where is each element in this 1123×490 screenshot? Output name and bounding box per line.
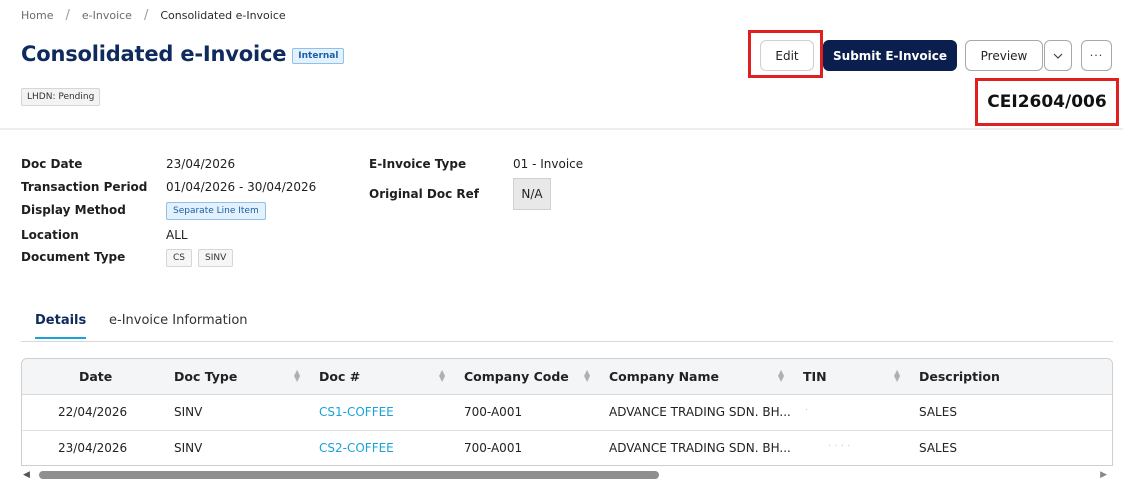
- internal-badge: Internal: [292, 48, 345, 64]
- cell-doc-no-link[interactable]: CS1-COFFEE: [319, 405, 394, 419]
- column-header-company-name[interactable]: Company Name: [609, 369, 719, 384]
- cell-doc-no-link[interactable]: CS2-COFFEE: [319, 441, 394, 455]
- breadcrumb: Home / e-Invoice / Consolidated e-Invoic…: [21, 8, 286, 23]
- location-label: Location: [21, 228, 79, 242]
- title-row: Consolidated e-Invoice Internal: [21, 42, 345, 66]
- cell-date: 22/04/2026: [58, 405, 128, 419]
- column-header-company-code[interactable]: Company Code: [464, 369, 569, 384]
- sort-icon[interactable]: ▲ ▼: [584, 369, 590, 383]
- cell-company-name: ADVANCE TRADING SDN. BH...: [609, 441, 791, 455]
- breadcrumb-home[interactable]: Home: [21, 9, 53, 22]
- einvoice-type-label: E-Invoice Type: [369, 157, 467, 171]
- tab-details[interactable]: Details: [35, 313, 87, 339]
- column-header-description[interactable]: Description: [919, 369, 1000, 384]
- location-value: ALL: [166, 228, 188, 242]
- table-header: Date Doc Type ▲ ▼ Doc # ▲ ▼ Company Code ▲…: [22, 359, 1112, 395]
- cell-description: SALES: [919, 441, 957, 455]
- column-header-doc-type[interactable]: Doc Type: [174, 369, 237, 384]
- horizontal-scrollbar[interactable]: ◀ ▶: [21, 468, 1113, 482]
- breadcrumb-einvoice[interactable]: e-Invoice: [82, 9, 132, 22]
- cell-company-code: 700-A001: [464, 405, 523, 419]
- arrow-right-icon[interactable]: ▶: [1100, 470, 1107, 480]
- document-type-tag-sinv: SINV: [198, 249, 234, 267]
- page-title: Consolidated e-Invoice: [21, 42, 287, 66]
- column-header-doc-no[interactable]: Doc #: [319, 369, 360, 384]
- lhdn-status-badge: LHDN: Pending: [21, 88, 101, 106]
- doc-number: CEI2604/006: [987, 92, 1107, 112]
- column-header-tin[interactable]: TIN: [803, 369, 827, 384]
- doc-date-value: 23/04/2026: [166, 157, 236, 171]
- document-type-label: Document Type: [21, 250, 126, 264]
- cell-date: 23/04/2026: [58, 441, 128, 455]
- breadcrumb-separator: /: [143, 8, 149, 23]
- cell-company-code: 700-A001: [464, 441, 523, 455]
- scrollbar-thumb[interactable]: [39, 471, 659, 479]
- cell-company-name: ADVANCE TRADING SDN. BH...: [609, 405, 791, 419]
- transaction-period-label: Transaction Period: [21, 180, 148, 194]
- cell-description: SALES: [919, 405, 957, 419]
- original-doc-ref-value: N/A: [513, 178, 551, 210]
- einvoice-type-value: 01 - Invoice: [513, 157, 584, 171]
- sort-icon[interactable]: ▲ ▼: [439, 369, 445, 383]
- arrow-left-icon[interactable]: ◀: [23, 470, 30, 480]
- cell-doc-type: SINV: [174, 441, 203, 455]
- display-method-tag: Separate Line Item: [166, 202, 266, 220]
- edit-button[interactable]: Edit: [760, 40, 814, 71]
- header-divider: [0, 128, 1123, 130]
- column-header-date[interactable]: Date: [79, 369, 112, 384]
- details-table: Date Doc Type ▲ ▼ Doc # ▲ ▼ Company Code ▲…: [21, 358, 1113, 466]
- more-options-button[interactable]: ···: [1081, 40, 1112, 71]
- cell-tin: ·: [805, 405, 809, 416]
- table-row[interactable]: 23/04/2026 SINV CS2-COFFEE 700-A001 ADVA…: [22, 431, 1112, 465]
- cell-doc-type: SINV: [174, 405, 203, 419]
- sort-icon[interactable]: ▲ ▼: [778, 369, 784, 383]
- sort-icon[interactable]: ▲ ▼: [294, 369, 300, 383]
- submit-einvoice-button[interactable]: Submit E-Invoice: [823, 40, 957, 71]
- tab-einvoice-information[interactable]: e-Invoice Information: [109, 313, 248, 328]
- document-type-tag-cs: CS: [166, 249, 192, 267]
- table-row[interactable]: 22/04/2026 SINV CS1-COFFEE 700-A001 ADVA…: [22, 395, 1112, 431]
- sort-icon[interactable]: ▲ ▼: [894, 369, 900, 383]
- transaction-period-value: 01/04/2026 - 30/04/2026: [166, 180, 317, 194]
- original-doc-ref-label: Original Doc Ref: [369, 187, 479, 201]
- tab-bar: Details e-Invoice Information: [21, 305, 1113, 342]
- display-method-label: Display Method: [21, 203, 126, 217]
- preview-button[interactable]: Preview: [965, 40, 1043, 71]
- doc-number-highlight-box: CEI2604/006: [975, 78, 1119, 126]
- breadcrumb-separator: /: [65, 8, 70, 23]
- doc-date-label: Doc Date: [21, 157, 83, 171]
- chevron-down-icon[interactable]: [1044, 40, 1072, 71]
- cell-tin: · · · ·: [828, 441, 851, 452]
- breadcrumb-current: Consolidated e-Invoice: [160, 9, 286, 22]
